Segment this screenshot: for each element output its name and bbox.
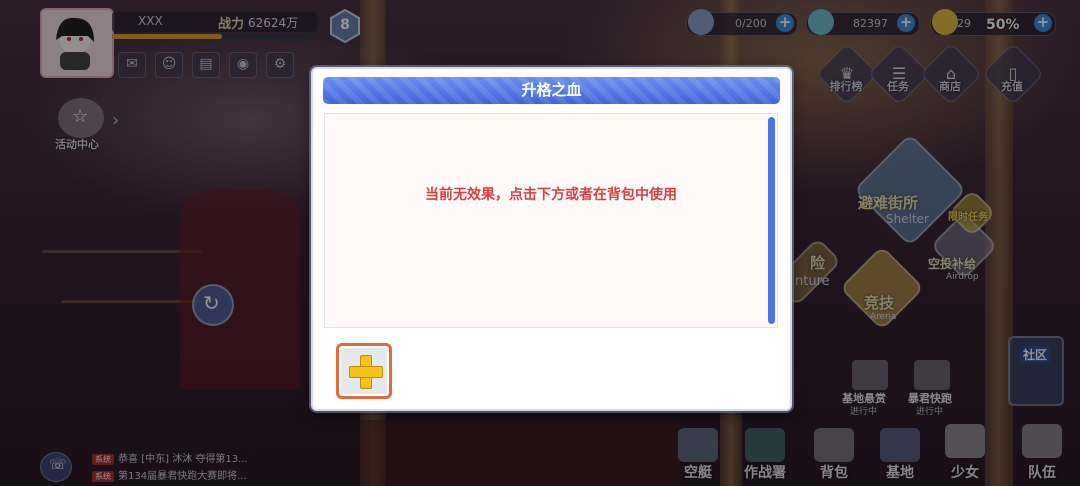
effect-panel: 当前无效果，点击下方或者在背包中使用 [324, 113, 778, 328]
ascension-blood-dialog: 升格之血 当前无效果，点击下方或者在背包中使用 [311, 67, 792, 411]
effect-scrollbar[interactable] [768, 117, 775, 324]
dialog-title-bar: 升格之血 [323, 77, 780, 104]
add-item-button[interactable] [336, 343, 392, 399]
dialog-title: 升格之血 [521, 81, 582, 99]
plus-icon [349, 366, 383, 378]
effect-status-text: 当前无效果，点击下方或者在背包中使用 [425, 187, 677, 203]
